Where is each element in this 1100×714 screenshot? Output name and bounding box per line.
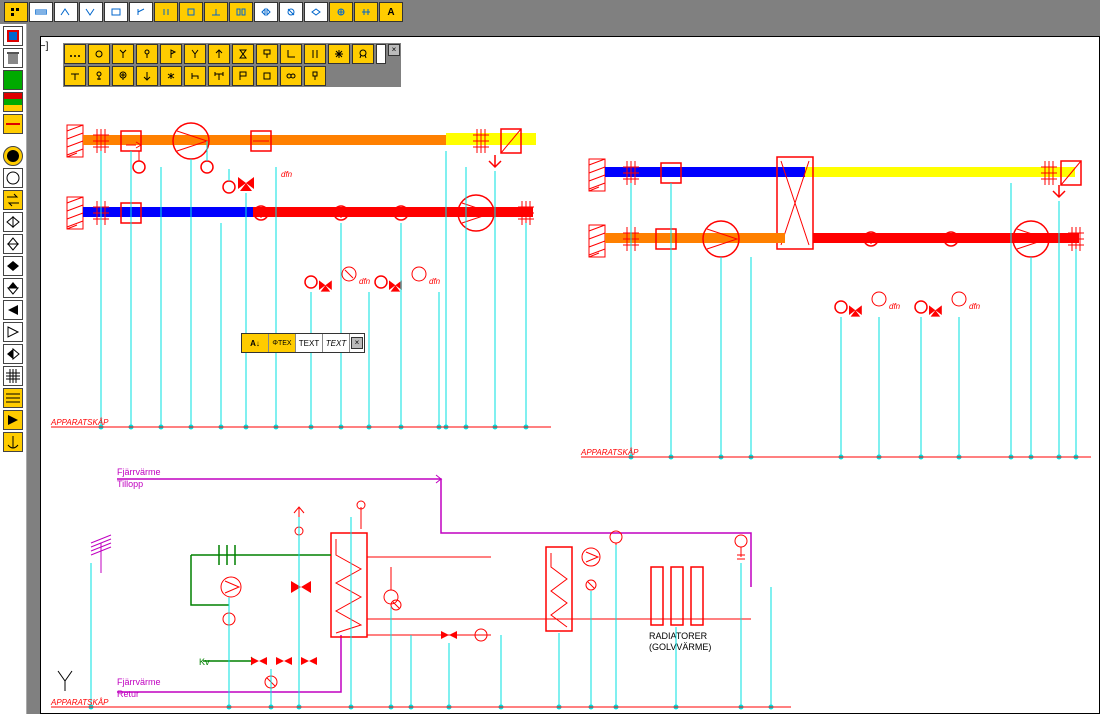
trash-icon[interactable] [3, 48, 23, 68]
sym-arrow[interactable] [208, 44, 230, 64]
left-tri-icon[interactable] [3, 300, 23, 320]
top-toolbar: A [0, 0, 1100, 26]
symbol-palette: × [63, 43, 401, 87]
fjarrvarme-ret: Fjärrvärme [117, 677, 161, 687]
top-tool-14[interactable] [329, 2, 353, 22]
valve2-icon[interactable] [3, 234, 23, 254]
hatch-icon[interactable] [3, 366, 23, 386]
retur: Retur [117, 689, 139, 699]
annotation-a: A [387, 7, 394, 18]
sym-tee[interactable] [208, 66, 230, 86]
top-tool-7[interactable] [154, 2, 178, 22]
sym-flag[interactable] [160, 44, 182, 64]
golvvarme: (GOLVVÄRME) [649, 642, 711, 652]
kv-label: Kv [199, 657, 210, 667]
text-toolbar: A↓ ΦTEX TEXT TEXT × [241, 333, 365, 353]
brand-icon[interactable] [3, 26, 23, 46]
top-tool-11[interactable] [254, 2, 278, 22]
drawing-canvas[interactable]: [−] × [40, 36, 1100, 714]
sym-t[interactable] [64, 66, 86, 86]
top-tool-2[interactable] [29, 2, 53, 22]
swap2-icon[interactable] [3, 344, 23, 364]
dfn1: dfn [281, 170, 293, 179]
sym-circle[interactable] [88, 44, 110, 64]
text-toolbar-close[interactable]: × [351, 337, 363, 349]
mid-gray-strip [26, 24, 40, 714]
sym-fork[interactable] [112, 44, 134, 64]
top-tool-5[interactable] [104, 2, 128, 22]
sym-lines[interactable] [304, 44, 326, 64]
tillopp: Tillopp [117, 479, 143, 489]
dfn3: dfn [429, 277, 441, 286]
sym-circles[interactable] [280, 66, 302, 86]
sym-box[interactable] [256, 44, 278, 64]
top-tool-10[interactable] [229, 2, 253, 22]
left-palette [0, 24, 27, 714]
sym-asterisk[interactable] [160, 66, 182, 86]
fjarrvarme-sup: Fjärrvärme [117, 467, 161, 477]
dfn5: dfn [969, 302, 981, 311]
sym-chair[interactable] [184, 66, 206, 86]
text-tool-1[interactable]: TEXT [296, 334, 323, 352]
valve3-icon[interactable] [3, 256, 23, 276]
top-tool-16[interactable]: A [379, 2, 403, 22]
top-tool-9[interactable] [204, 2, 228, 22]
radiatorer: RADIATORER [649, 631, 708, 641]
anchor-icon[interactable] [3, 432, 23, 452]
right-tri-y-icon[interactable] [3, 410, 23, 430]
circle-empty-icon[interactable] [3, 168, 23, 188]
valve4-icon[interactable] [3, 278, 23, 298]
layers-green-icon[interactable] [3, 70, 23, 90]
top-tool-6[interactable] [129, 2, 153, 22]
top-tool-13[interactable] [304, 2, 328, 22]
sym-dots[interactable] [64, 44, 86, 64]
text-tool-az[interactable]: A↓ [242, 334, 269, 352]
top-tool-8[interactable] [179, 2, 203, 22]
sym-bowtie-v[interactable] [232, 44, 254, 64]
layers-yellow-icon[interactable] [3, 92, 23, 112]
apparatskap-1: APPARATSKÅP [50, 418, 109, 427]
sym-badge[interactable] [352, 44, 374, 64]
sym-plus[interactable] [112, 66, 134, 86]
apparatskap-3: APPARATSKÅP [50, 698, 109, 707]
palette-divider [0, 136, 26, 144]
valve1-icon[interactable] [3, 212, 23, 232]
top-tool-3[interactable] [54, 2, 78, 22]
palette-close[interactable]: × [388, 44, 400, 56]
palette-handle[interactable] [376, 44, 386, 64]
sym-key[interactable] [88, 66, 110, 86]
apparatskap-2: APPARATSKÅP [580, 448, 639, 457]
sym-l[interactable] [280, 44, 302, 64]
top-tool-1[interactable] [4, 2, 28, 22]
schematic-svg: dfn dfn [41, 37, 1100, 714]
sym-y[interactable] [184, 44, 206, 64]
sym-ring[interactable] [136, 44, 158, 64]
top-tool-4[interactable] [79, 2, 103, 22]
right-tri-icon[interactable] [3, 322, 23, 342]
text-tool-phi[interactable]: ΦTEX [269, 334, 296, 352]
dfn2: dfn [359, 277, 371, 286]
sym-square[interactable] [256, 66, 278, 86]
group-upper-right: dfn dfn APPARATSKÅP [580, 157, 1091, 460]
lines-yellow-icon[interactable] [3, 388, 23, 408]
sym-down[interactable] [136, 66, 158, 86]
app-window: A [−] [0, 0, 1100, 714]
top-tool-15[interactable] [354, 2, 378, 22]
line-yellow-icon[interactable] [3, 114, 23, 134]
dfn4: dfn [889, 302, 901, 311]
circle-yellow-icon[interactable] [3, 146, 23, 166]
group-lower: Fjärrvärme Tillopp Fjärrvärme Retur [50, 467, 791, 710]
sym-star[interactable] [328, 44, 350, 64]
text-tool-2[interactable]: TEXT [323, 334, 350, 352]
swap-icon[interactable] [3, 190, 23, 210]
sym-flag2[interactable] [232, 66, 254, 86]
group-upper-left: dfn dfn [50, 123, 551, 430]
top-tool-12[interactable] [279, 2, 303, 22]
sym-pin[interactable] [304, 66, 326, 86]
